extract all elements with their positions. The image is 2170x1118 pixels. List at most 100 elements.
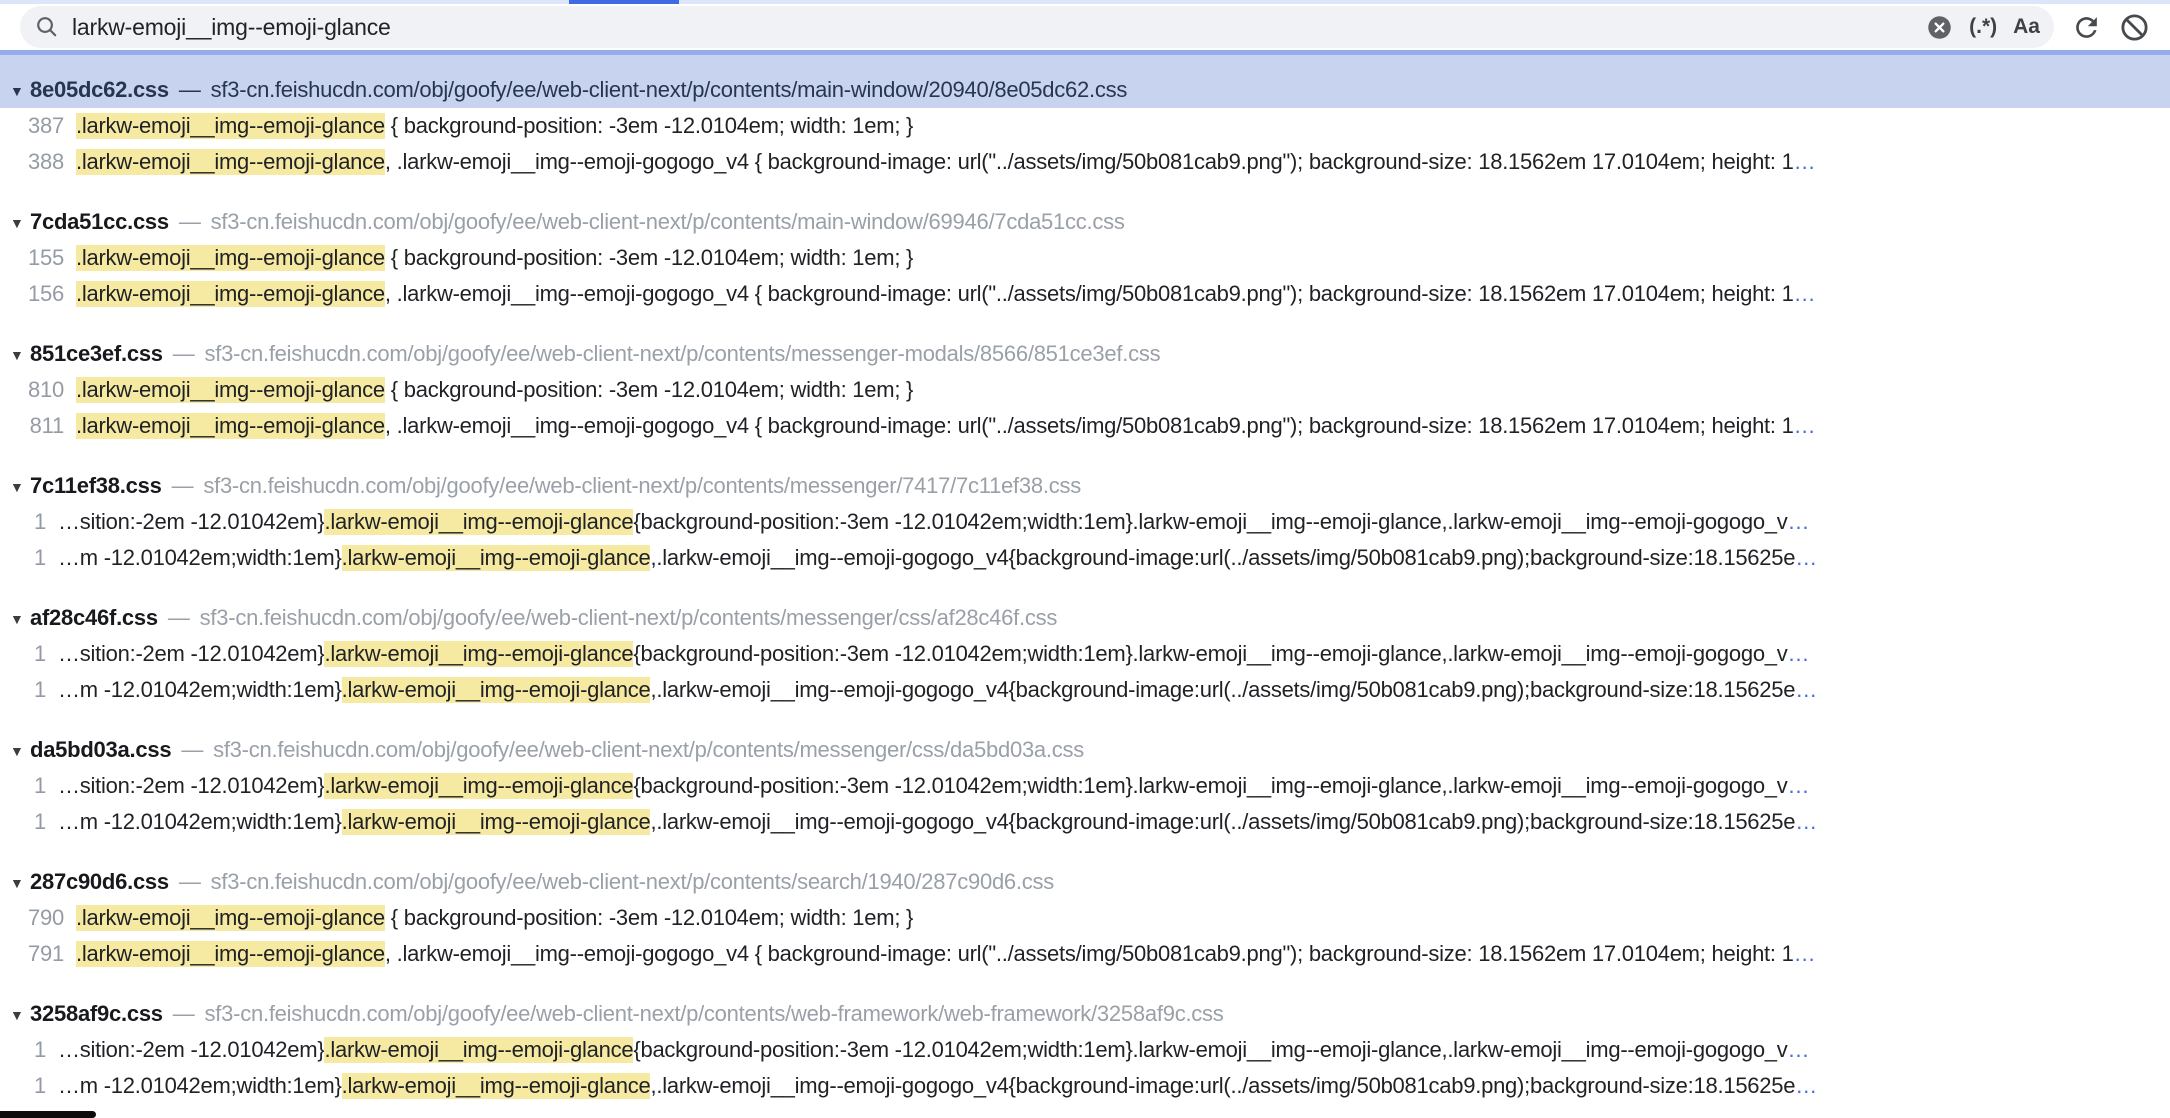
search-field[interactable]: (.*) Aa [20, 6, 2054, 48]
file-url-separator: — [168, 605, 190, 631]
line-number: 811 [0, 413, 64, 439]
match-case-toggle[interactable]: Aa [2013, 15, 2040, 39]
line-number: 156 [0, 281, 64, 307]
disclosure-triangle-icon[interactable]: ▼ [10, 73, 30, 108]
match-content: …m -12.01042em;width:1em}.larkw-emoji__i… [58, 677, 1795, 703]
disclosure-triangle-icon[interactable]: ▼ [10, 215, 30, 231]
truncation-ellipsis: … [1788, 509, 1810, 535]
search-field-controls: (.*) Aa [1925, 13, 2040, 41]
match-after-text: ,.larkw-emoji__img--emoji-gogogo_v4{back… [650, 545, 1795, 570]
search-match-highlight: .larkw-emoji__img--emoji-glance [342, 677, 651, 703]
match-row[interactable]: 388 .larkw-emoji__img--emoji-glance, .lar… [0, 144, 2170, 180]
file-name: da5bd03a.css [30, 737, 171, 763]
truncation-ellipsis: … [1794, 941, 1816, 967]
match-row[interactable]: 156.larkw-emoji__img--emoji-glance, .lar… [0, 276, 2170, 312]
match-row[interactable]: 1…m -12.01042em;width:1em}.larkw-emoji__… [0, 540, 2170, 576]
clear-results-button[interactable] [2116, 9, 2152, 45]
search-input[interactable] [70, 13, 1925, 42]
match-after-text: ,.larkw-emoji__img--emoji-gogogo_v4{back… [650, 677, 1795, 702]
search-match-highlight: .larkw-emoji__img--emoji-glance [76, 413, 385, 439]
match-content: …m -12.01042em;width:1em}.larkw-emoji__i… [58, 545, 1795, 571]
disclosure-triangle-icon[interactable]: ▼ [10, 1007, 30, 1023]
bottom-left-bar [0, 1111, 96, 1118]
search-match-highlight: .larkw-emoji__img--emoji-glance [76, 377, 385, 403]
match-content: .larkw-emoji__img--emoji-glance { backgr… [76, 245, 913, 271]
file-url: sf3-cn.feishucdn.com/obj/goofy/ee/web-cl… [205, 341, 1161, 367]
match-before-text: …sition:-2em -12.01042em} [58, 1037, 324, 1062]
file-url-separator: — [172, 473, 194, 499]
search-match-highlight: .larkw-emoji__img--emoji-glance [76, 149, 385, 175]
match-row[interactable]: 1 …sition:-2em -12.01042em}.larkw-emoji__… [0, 1032, 2170, 1068]
match-after-text: , .larkw-emoji__img--emoji-gogogo_v4 { b… [385, 149, 1794, 174]
match-row[interactable]: 155.larkw-emoji__img--emoji-glance { bac… [0, 240, 2170, 276]
search-match-highlight: .larkw-emoji__img--emoji-glance [76, 941, 385, 967]
match-content: …sition:-2em -12.01042em}.larkw-emoji__i… [58, 1037, 1788, 1063]
line-number: 1 [0, 509, 46, 535]
match-after-text: {background-position:-3em -12.01042em;wi… [633, 773, 1787, 798]
search-match-highlight: .larkw-emoji__img--emoji-glance [76, 245, 385, 271]
line-number: 388 [0, 149, 64, 175]
match-content: …sition:-2em -12.01042em}.larkw-emoji__i… [58, 509, 1788, 535]
match-content: .larkw-emoji__img--emoji-glance { backgr… [76, 113, 913, 139]
disclosure-triangle-icon[interactable]: ▼ [10, 743, 30, 759]
file-header-row[interactable]: ▼8e05dc62.css—sf3-cn.feishucdn.com/obj/g… [0, 55, 2170, 108]
active-tab-indicator [569, 0, 679, 4]
file-header-row[interactable]: ▼da5bd03a.css—sf3-cn.feishucdn.com/obj/g… [0, 732, 2170, 768]
file-name: 851ce3ef.css [30, 341, 163, 367]
result-group: ▼851ce3ef.css—sf3-cn.feishucdn.com/obj/g… [0, 336, 2170, 444]
truncation-ellipsis: … [1795, 1073, 1817, 1099]
refresh-icon [2071, 12, 2102, 43]
file-name: 7c11ef38.css [30, 473, 162, 499]
disclosure-triangle-icon[interactable]: ▼ [10, 611, 30, 627]
match-after-text: { background-position: -3em -12.0104em; … [385, 377, 913, 402]
match-row[interactable]: 387 .larkw-emoji__img--emoji-glance { bac… [0, 108, 2170, 144]
line-number: 1 [0, 1037, 46, 1063]
match-content: .larkw-emoji__img--emoji-glance { backgr… [76, 377, 913, 403]
match-row[interactable]: 1 …sition:-2em -12.01042em}.larkw-emoji__… [0, 504, 2170, 540]
match-before-text: …m -12.01042em;width:1em} [58, 545, 342, 570]
line-number: 387 [0, 113, 64, 139]
file-header-row[interactable]: ▼af28c46f.css—sf3-cn.feishucdn.com/obj/g… [0, 600, 2170, 636]
match-row[interactable]: 1 …m -12.01042em;width:1em}.larkw-emoji__… [0, 804, 2170, 840]
match-row[interactable]: 1…m -12.01042em;width:1em}.larkw-emoji__… [0, 672, 2170, 708]
file-url: sf3-cn.feishucdn.com/obj/goofy/ee/web-cl… [200, 605, 1057, 631]
disclosure-triangle-icon[interactable]: ▼ [10, 347, 30, 363]
truncation-ellipsis: … [1794, 149, 1816, 175]
result-group: ▼7cda51cc.css—sf3-cn.feishucdn.com/obj/g… [0, 204, 2170, 312]
file-header-row[interactable]: ▼7cda51cc.css—sf3-cn.feishucdn.com/obj/g… [0, 204, 2170, 240]
result-group: ▼8e05dc62.css—sf3-cn.feishucdn.com/obj/g… [0, 55, 2170, 180]
match-row[interactable]: 810.larkw-emoji__img--emoji-glance { bac… [0, 372, 2170, 408]
match-row[interactable]: 1…m -12.01042em;width:1em}.larkw-emoji__… [0, 1068, 2170, 1104]
match-row[interactable]: 811.larkw-emoji__img--emoji-glance, .lar… [0, 408, 2170, 444]
refresh-search-button[interactable] [2068, 9, 2104, 45]
file-header-row[interactable]: ▼3258af9c.css—sf3-cn.feishucdn.com/obj/g… [0, 996, 2170, 1032]
file-header-row[interactable]: ▼7c11ef38.css—sf3-cn.feishucdn.com/obj/g… [0, 468, 2170, 504]
file-url: sf3-cn.feishucdn.com/obj/goofy/ee/web-cl… [205, 1001, 1224, 1027]
search-match-highlight: .larkw-emoji__img--emoji-glance [342, 809, 651, 835]
file-name: 8e05dc62.css [30, 72, 169, 108]
search-match-highlight: .larkw-emoji__img--emoji-glance [76, 113, 385, 139]
line-number: 1 [0, 809, 46, 835]
search-toolbar: (.*) Aa [0, 4, 2170, 50]
search-match-highlight: .larkw-emoji__img--emoji-glance [76, 905, 385, 931]
file-header-row[interactable]: ▼287c90d6.css—sf3-cn.feishucdn.com/obj/g… [0, 864, 2170, 900]
match-before-text: …m -12.01042em;width:1em} [58, 677, 342, 702]
file-url-separator: — [173, 1001, 195, 1027]
regex-toggle[interactable]: (.*) [1969, 15, 1997, 39]
match-content: …m -12.01042em;width:1em}.larkw-emoji__i… [58, 809, 1795, 835]
disclosure-triangle-icon[interactable]: ▼ [10, 875, 30, 891]
file-header-row[interactable]: ▼851ce3ef.css—sf3-cn.feishucdn.com/obj/g… [0, 336, 2170, 372]
match-row[interactable]: 790.larkw-emoji__img--emoji-glance { bac… [0, 900, 2170, 936]
match-row[interactable]: 1…sition:-2em -12.01042em}.larkw-emoji__… [0, 636, 2170, 672]
match-content: .larkw-emoji__img--emoji-glance, .larkw-… [76, 149, 1794, 175]
search-match-highlight: .larkw-emoji__img--emoji-glance [324, 773, 633, 799]
clear-search-button[interactable] [1925, 13, 1953, 41]
truncation-ellipsis: … [1794, 281, 1816, 307]
disclosure-triangle-icon[interactable]: ▼ [10, 479, 30, 495]
search-match-highlight: .larkw-emoji__img--emoji-glance [76, 281, 385, 307]
line-number: 1 [0, 1073, 46, 1099]
match-row[interactable]: 791.larkw-emoji__img--emoji-glance, .lar… [0, 936, 2170, 972]
match-after-text: , .larkw-emoji__img--emoji-gogogo_v4 { b… [385, 941, 1794, 966]
search-icon [34, 14, 60, 40]
match-row[interactable]: 1…sition:-2em -12.01042em}.larkw-emoji__… [0, 768, 2170, 804]
